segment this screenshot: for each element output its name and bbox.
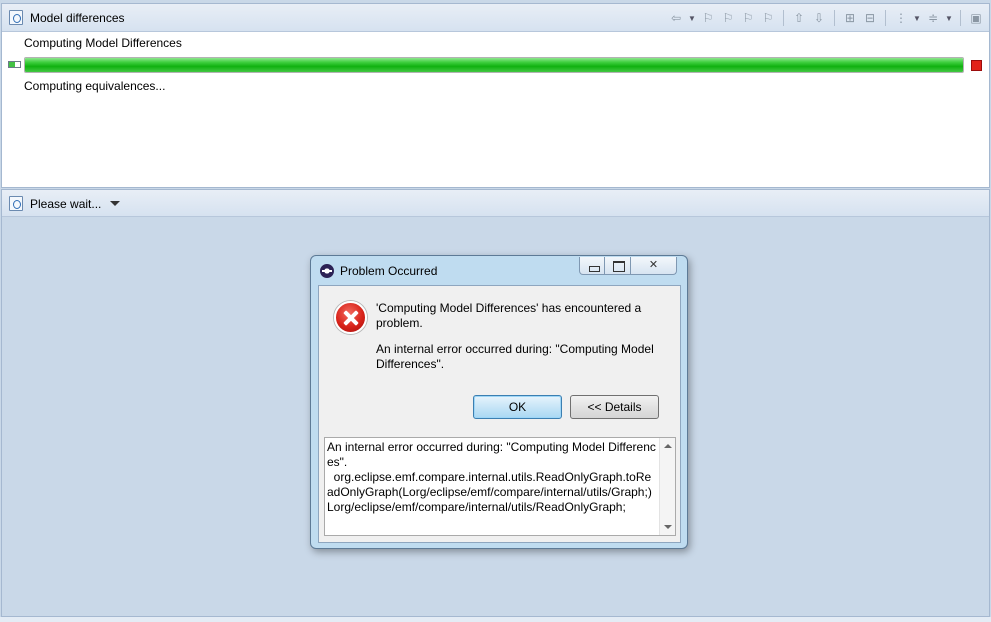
- error-detail-message: An internal error occurred during: "Comp…: [376, 342, 654, 371]
- progress-bar: [24, 57, 964, 73]
- filter-icon[interactable]: ⚐: [739, 10, 757, 27]
- filter-menu-icon[interactable]: ≑: [924, 10, 942, 27]
- compare-view-icon: [9, 10, 23, 25]
- toolbar-separator: [783, 10, 784, 26]
- details-textarea[interactable]: An internal error occurred during: "Comp…: [324, 437, 676, 536]
- dialog-titlebar[interactable]: Problem Occurred ✕: [311, 256, 687, 284]
- dialog-title: Problem Occurred: [340, 264, 438, 278]
- toolbar-separator: [834, 10, 835, 26]
- error-icon: [334, 301, 367, 334]
- filter-icon[interactable]: ⚐: [699, 10, 717, 27]
- details-button[interactable]: << Details: [570, 395, 659, 419]
- scroll-up-icon[interactable]: [664, 444, 672, 448]
- collapse-all-icon[interactable]: ⊟: [861, 10, 879, 27]
- expand-all-icon[interactable]: ⊞: [841, 10, 859, 27]
- eclipse-icon: [320, 264, 334, 278]
- status-strip: [0, 617, 991, 622]
- window-controls: ✕: [579, 257, 677, 275]
- compare-view-icon: [9, 196, 23, 211]
- chevron-down-icon[interactable]: ▼: [944, 10, 954, 27]
- view-title[interactable]: Model differences: [30, 11, 125, 25]
- view-tab-header[interactable]: Please wait...: [2, 190, 989, 217]
- filter-icon[interactable]: ⚐: [719, 10, 737, 27]
- chevron-down-icon[interactable]: ▼: [912, 10, 922, 27]
- toolbar-separator: [960, 10, 961, 26]
- dialog-body: 'Computing Model Differences' has encoun…: [318, 285, 681, 543]
- subtask-label: Computing equivalences...: [24, 79, 166, 93]
- group-icon[interactable]: ⋮: [892, 10, 910, 27]
- merge-icon[interactable]: ⇩: [810, 10, 828, 27]
- details-text: An internal error occurred during: "Comp…: [327, 440, 656, 514]
- merge-icon[interactable]: ⇧: [790, 10, 808, 27]
- ok-button[interactable]: OK: [473, 395, 562, 419]
- back-arrow-icon[interactable]: ⇦: [667, 10, 685, 27]
- filter-icon[interactable]: ⚐: [759, 10, 777, 27]
- task-name: Computing Model Differences: [24, 36, 182, 50]
- minimize-button[interactable]: [579, 257, 605, 275]
- vertical-scrollbar[interactable]: [659, 438, 675, 535]
- close-button[interactable]: ✕: [631, 257, 677, 275]
- save-icon[interactable]: ▣: [967, 10, 985, 27]
- view-tab-header[interactable]: Model differences ⇦ ▼ ⚐ ⚐ ⚐ ⚐ ⇧ ⇩ ⊞ ⊟ ⋮ …: [2, 4, 989, 32]
- maximize-button[interactable]: [605, 257, 631, 275]
- view-title[interactable]: Please wait...: [30, 197, 101, 211]
- error-message: 'Computing Model Differences' has encoun…: [376, 301, 642, 330]
- toolbar-separator: [885, 10, 886, 26]
- chevron-down-icon[interactable]: [110, 201, 120, 206]
- progress-icon: [8, 61, 21, 68]
- close-icon: ✕: [648, 259, 659, 271]
- progress-fill: [25, 58, 963, 72]
- scroll-down-icon[interactable]: [664, 525, 672, 529]
- view-toolbar: ⇦ ▼ ⚐ ⚐ ⚐ ⚐ ⇧ ⇩ ⊞ ⊟ ⋮ ▼ ≑ ▼ ▣: [667, 9, 985, 27]
- problem-dialog: Problem Occurred ✕ 'Computing Model Diff…: [310, 255, 688, 549]
- stop-icon[interactable]: [971, 60, 982, 71]
- model-differences-view: Model differences ⇦ ▼ ⚐ ⚐ ⚐ ⚐ ⇧ ⇩ ⊞ ⊟ ⋮ …: [1, 3, 990, 188]
- chevron-down-icon[interactable]: ▼: [687, 10, 697, 27]
